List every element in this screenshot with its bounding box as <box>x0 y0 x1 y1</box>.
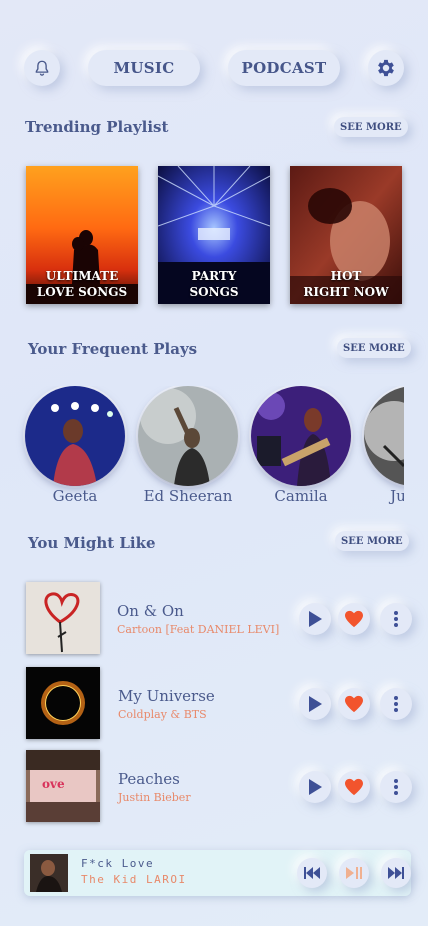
song-row[interactable]: My Universe Coldplay & BTS <box>0 667 428 741</box>
frequent-see-more-button[interactable]: SEE MORE <box>337 338 411 358</box>
playlist-card-label: ULTIMATE LOVE SONGS <box>36 269 128 299</box>
now-playing-artist: The Kid LAROI <box>81 873 187 886</box>
settings-button[interactable] <box>368 50 404 86</box>
like-button[interactable] <box>338 771 370 803</box>
song-thumbnail <box>26 667 100 739</box>
more-options-button[interactable] <box>380 603 412 635</box>
might-like-see-more-button[interactable]: SEE MORE <box>335 531 409 551</box>
more-vertical-icon <box>394 696 398 712</box>
gear-icon <box>378 59 394 77</box>
song-title: On & On <box>117 602 184 620</box>
play-icon <box>309 779 322 795</box>
song-artist: Coldplay & BTS <box>118 708 207 721</box>
song-thumbnail <box>26 582 100 654</box>
more-vertical-icon <box>394 611 398 627</box>
song-artist: Cartoon [Feat DANIEL LEVI] <box>117 623 280 636</box>
play-button[interactable] <box>299 688 331 720</box>
play-button[interactable] <box>299 771 331 803</box>
heart-icon <box>345 695 363 713</box>
artist-name: Geeta <box>52 487 98 505</box>
might-like-title: You Might Like <box>28 534 156 552</box>
artist-avatar-justin[interactable] <box>364 386 404 486</box>
play-icon <box>309 696 322 712</box>
song-title: My Universe <box>118 687 215 705</box>
now-playing-thumbnail <box>30 854 68 892</box>
play-pause-button[interactable] <box>339 858 369 888</box>
playlist-card-label: PARTY SONGS <box>189 269 239 299</box>
artist-photo <box>138 386 238 486</box>
play-pause-icon <box>346 867 362 879</box>
play-button[interactable] <box>299 603 331 635</box>
artist-photo <box>25 386 125 486</box>
like-button[interactable] <box>338 603 370 635</box>
more-vertical-icon <box>394 779 398 795</box>
next-track-button[interactable] <box>381 858 411 888</box>
skip-forward-icon <box>388 867 404 879</box>
like-button[interactable] <box>338 688 370 720</box>
artist-photo <box>364 386 404 486</box>
artist-carousel[interactable]: Geeta Ed Sheeran Camila Justin <box>0 386 404 510</box>
tab-music[interactable]: MUSIC <box>88 50 200 86</box>
trending-see-more-button[interactable]: SEE MORE <box>334 117 408 137</box>
artist-name: Ed Sheeran <box>143 487 233 505</box>
artist-name: Camila <box>274 487 328 505</box>
trending-title: Trending Playlist <box>25 118 169 136</box>
now-playing-bar[interactable]: F*ck Love The Kid LAROI <box>24 850 411 896</box>
svg-text:ove: ove <box>42 777 65 791</box>
more-options-button[interactable] <box>380 688 412 720</box>
song-thumbnail: ove <box>26 750 100 822</box>
bell-icon <box>35 60 49 76</box>
tab-podcast[interactable]: PODCAST <box>228 50 340 86</box>
skip-back-icon <box>304 867 320 879</box>
playlist-card-love[interactable]: ULTIMATE LOVE SONGS <box>26 166 138 304</box>
artist-avatar-camila[interactable] <box>251 386 351 486</box>
artist-name: Justin <box>390 487 404 505</box>
frequent-title: Your Frequent Plays <box>28 340 198 358</box>
heart-icon <box>345 778 363 796</box>
artist-photo <box>251 386 351 486</box>
artist-avatar-geeta[interactable] <box>25 386 125 486</box>
now-playing-title: F*ck Love <box>81 857 155 870</box>
heart-icon <box>345 610 363 628</box>
song-row[interactable]: On & On Cartoon [Feat DANIEL LEVI] <box>0 582 428 656</box>
more-options-button[interactable] <box>380 771 412 803</box>
play-icon <box>309 611 322 627</box>
artist-avatar-ed-sheeran[interactable] <box>138 386 238 486</box>
playlist-card-hot[interactable]: HOT RIGHT NOW <box>290 166 402 304</box>
playlist-card-party[interactable]: PARTY SONGS <box>158 166 270 304</box>
song-artist: Justin Bieber <box>118 791 191 804</box>
song-row[interactable]: ove Peaches Justin Bieber <box>0 750 428 824</box>
song-title: Peaches <box>118 770 180 788</box>
previous-track-button[interactable] <box>297 858 327 888</box>
playlist-card-label: HOT RIGHT NOW <box>303 269 389 299</box>
notifications-button[interactable] <box>24 50 60 86</box>
